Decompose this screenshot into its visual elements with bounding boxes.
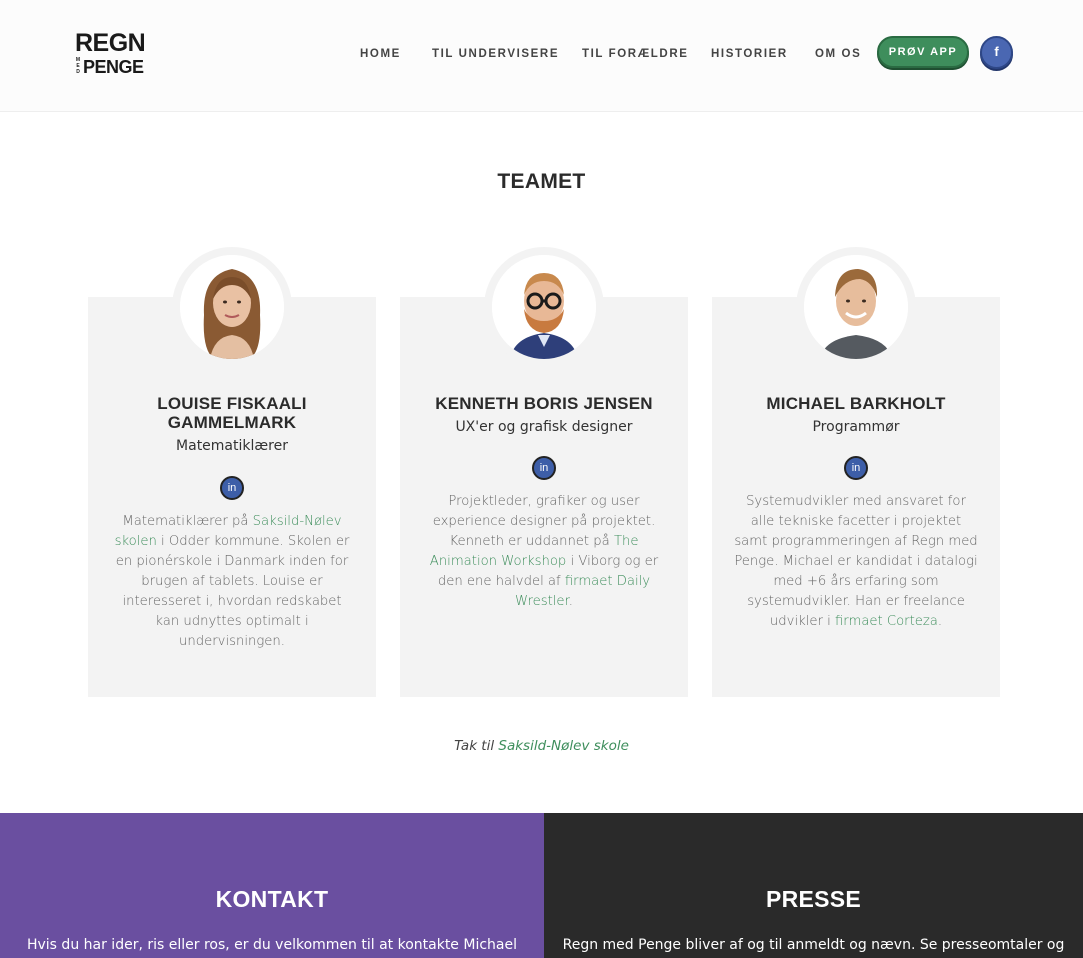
avatar-ring — [484, 247, 604, 367]
avatar-ring — [172, 247, 292, 367]
team-card-kenneth: KENNETH BORIS JENSEN UX'er og grafisk de… — [400, 247, 688, 697]
logo-med-text: MED — [75, 57, 81, 75]
thanks-line: Tak til Saksild-Nølev skole — [0, 738, 1083, 754]
bio-text: . — [568, 594, 573, 609]
nav-item-til-foraeldre[interactable]: TIL FORÆLDRE — [582, 48, 689, 60]
member-role: UX'er og grafisk designer — [455, 419, 633, 435]
contact-title: KONTAKT — [215, 886, 329, 912]
site-header: REGN MED PENGE HOME TIL UNDERVISERE TIL … — [0, 0, 1083, 112]
member-bio: Matematiklærer på Saksild-Nølev skolen i… — [110, 512, 354, 652]
nav-item-om-os[interactable]: OM OS — [815, 48, 861, 60]
avatar-ring — [796, 247, 916, 367]
press-title: PRESSE — [765, 886, 862, 912]
member-name: LOUISE FISKAALI GAMMELMARK — [157, 394, 307, 432]
bio-text: i Odder kommune. Skolen er en pionérskol… — [115, 534, 350, 649]
thanks-text: Tak til — [454, 738, 499, 754]
nav-item-home[interactable]: HOME — [360, 48, 401, 60]
member-role: Matematiklærer — [176, 438, 288, 454]
regn-med-penge-logo[interactable]: REGN MED PENGE — [75, 29, 146, 78]
contact-text: Hvis du har ider, ris eller ros, er du v… — [26, 937, 517, 953]
logo-bottom-text: PENGE — [83, 57, 144, 77]
try-app-button[interactable]: PRØV APP — [877, 36, 969, 68]
avatar-kenneth — [492, 255, 596, 359]
bio-text: . — [937, 614, 943, 629]
member-name: MICHAEL BARKHOLT — [766, 394, 946, 413]
linkedin-icon[interactable]: in — [220, 476, 244, 500]
saksild-noelev-skole-link[interactable]: Saksild-Nølev skole — [498, 738, 629, 754]
member-bio: Projektleder, grafiker og user experienc… — [422, 492, 666, 612]
logo-top-text: REGN — [75, 29, 146, 57]
linkedin-icon[interactable]: in — [532, 456, 556, 480]
nav-item-historier[interactable]: HISTORIER — [711, 48, 788, 60]
linkedin-icon[interactable]: in — [844, 456, 868, 480]
corteza-link[interactable]: firmaet Corteza — [835, 614, 938, 629]
member-role: Programmør — [812, 419, 900, 435]
member-name: KENNETH BORIS JENSEN — [435, 394, 653, 413]
team-card-michael: MICHAEL BARKHOLT Programmør in Systemudv… — [712, 247, 1000, 697]
bio-text: Matematiklærer på — [122, 514, 253, 529]
bio-text: Systemudvikler med ansvaret for alle tek… — [734, 494, 978, 629]
team-title: TEAMET — [497, 170, 586, 193]
press-text: Regn med Penge bliver af og til anmeldt … — [562, 937, 1065, 953]
member-bio: Systemudvikler med ansvaret for alle tek… — [734, 492, 978, 632]
team-card-louise: LOUISE FISKAALI GAMMELMARK Matematiklære… — [88, 247, 376, 697]
contact-section: KONTAKT Hvis du har ider, ris eller ros,… — [0, 813, 544, 958]
avatar-louise — [180, 255, 284, 359]
facebook-icon[interactable]: f — [980, 36, 1013, 69]
nav-item-til-undervisere[interactable]: TIL UNDERVISERE — [432, 48, 559, 60]
press-section: PRESSE Regn med Penge bliver af og til a… — [544, 813, 1083, 958]
avatar-michael — [804, 255, 908, 359]
